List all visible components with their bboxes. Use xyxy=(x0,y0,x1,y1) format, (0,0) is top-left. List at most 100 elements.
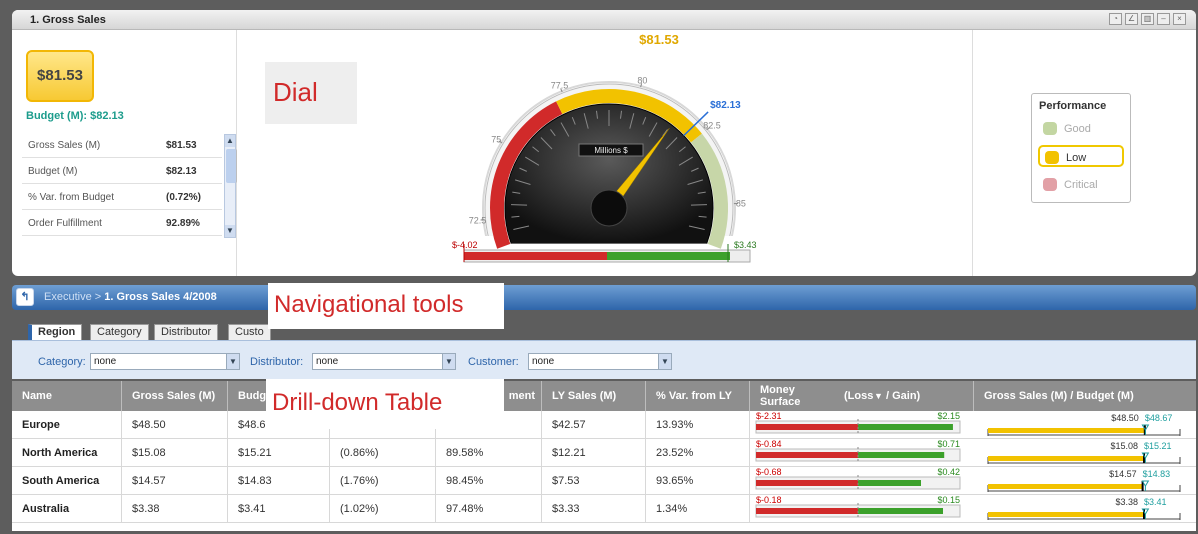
loss-label: $-2.31 xyxy=(756,411,782,421)
gross-budget-bullet: $14.57 $14.83 xyxy=(987,469,1181,492)
performance-title: Performance xyxy=(1039,100,1107,112)
close-icon[interactable]: × xyxy=(1173,13,1186,25)
gauge-tick-label: 72.5 xyxy=(469,215,487,225)
sort-down-icon[interactable]: ▼ xyxy=(874,390,883,402)
loss-bar xyxy=(756,480,858,486)
performance-item-critical[interactable]: Critical xyxy=(1038,174,1124,196)
drilldown-table: Name Gross Sales (M) Budg ment LY Sales … xyxy=(12,381,1196,531)
scroll-thumb[interactable] xyxy=(226,149,237,183)
loss-bar xyxy=(756,452,858,458)
tab-distributor[interactable]: Distributor xyxy=(154,324,219,340)
gauge-budget-label: $82.13 xyxy=(710,100,741,111)
breadcrumb: Executive > 1. Gross Sales 4/2008 xyxy=(44,291,217,303)
gauge-tick-label: 80 xyxy=(637,75,647,85)
panel-title: 1. Gross Sales xyxy=(30,14,106,26)
panel-title-bar: 1. Gross Sales ◔ ∠ ▥ – × xyxy=(12,10,1196,30)
dial-annotation: Dial xyxy=(265,62,357,124)
scroll-up-icon[interactable]: ▲ xyxy=(225,135,235,147)
back-arrow-icon[interactable]: ↰ xyxy=(16,288,34,306)
cell-fulfillment: 97.48% xyxy=(436,495,542,523)
good-swatch-icon xyxy=(1043,122,1057,135)
line-chart-icon[interactable]: ∠ xyxy=(1125,13,1138,25)
budget-value-label: $3.41 xyxy=(1144,497,1167,507)
critical-swatch-icon xyxy=(1043,178,1057,191)
stat-value: 92.89% xyxy=(166,218,200,229)
column-header-money-surface[interactable]: Money Surface (Loss ▼ / Gain) xyxy=(750,381,974,411)
gain-bar xyxy=(858,452,945,458)
cell-gross-sales: $14.57 xyxy=(122,467,228,495)
table-row[interactable]: Europe $48.50 $48.67 $42.57 13.93% $-2.3… xyxy=(12,411,1196,439)
cell-ly-sales: $12.21 xyxy=(542,439,646,467)
table-row[interactable]: Australia $3.38 $3.41 (1.02%) 97.48% $3.… xyxy=(12,495,1196,523)
variance-gain-bar xyxy=(607,252,730,260)
distributor-select[interactable]: none ▼ xyxy=(312,353,456,370)
gross-sales-panel: 1. Gross Sales ◔ ∠ ▥ – × $81.53 Budget (… xyxy=(12,10,1196,276)
table-row[interactable]: North America $15.08 $15.21 (0.86%) 89.5… xyxy=(12,439,1196,467)
tab-category[interactable]: Category xyxy=(90,324,149,340)
gross-sales-bar xyxy=(988,456,1145,461)
customer-select-value: none xyxy=(532,356,555,367)
table-header: Name Gross Sales (M) Budg ment LY Sales … xyxy=(12,381,1196,411)
category-select[interactable]: none ▼ xyxy=(90,353,240,370)
gross-sales-bar xyxy=(988,428,1145,433)
kpi-value-badge: $81.53 xyxy=(26,50,94,102)
customer-select[interactable]: none ▼ xyxy=(528,353,672,370)
column-header-gross-vs-budget[interactable]: Gross Sales (M) / Budget (M) xyxy=(974,381,1196,411)
list-item: Budget (M) $82.13 xyxy=(22,158,222,184)
stats-scrollbar[interactable]: ▲ ▼ xyxy=(224,134,237,238)
stat-value: $82.13 xyxy=(166,166,197,177)
gain-label: $2.15 xyxy=(937,411,960,421)
gauge-tick-label: 85 xyxy=(736,198,746,208)
column-header-var-ly[interactable]: % Var. from LY xyxy=(646,381,750,411)
cell-fulfillment: 98.45% xyxy=(436,467,542,495)
gross-sales-value-label: $48.50 xyxy=(1111,413,1139,423)
gauge-value-label: $81.53 xyxy=(639,32,679,47)
gross-budget-bullet: $48.50 $48.67 xyxy=(987,413,1181,436)
bar-chart-icon[interactable]: ▥ xyxy=(1141,13,1154,25)
gain-bar xyxy=(858,508,943,514)
chevron-down-icon[interactable]: ▼ xyxy=(226,354,239,369)
budget-label: Budget (M): $82.13 xyxy=(26,110,124,122)
customer-filter-label: Customer: xyxy=(468,356,519,368)
distributor-filter-label: Distributor: xyxy=(250,356,304,368)
low-swatch-icon xyxy=(1045,151,1059,164)
money-surface-bar: $-0.18 $0.15 xyxy=(755,495,961,519)
variance-loss-bar xyxy=(464,252,607,260)
budget-value-label: $15.21 xyxy=(1144,441,1172,451)
tab-region[interactable]: Region xyxy=(28,324,83,340)
breadcrumb-parent[interactable]: Executive > xyxy=(44,291,101,303)
list-item: Order Fulfillment 92.89% xyxy=(22,210,222,236)
minimize-icon[interactable]: – xyxy=(1157,13,1170,25)
performance-item-low[interactable]: Low xyxy=(1038,145,1124,167)
performance-legend-area: Performance Good Low Critical xyxy=(972,30,1196,276)
column-header-gross-sales[interactable]: Gross Sales (M) xyxy=(122,381,228,411)
performance-item-good[interactable]: Good xyxy=(1038,118,1124,140)
table-row[interactable]: South America $14.57 $14.83 (1.76%) 98.4… xyxy=(12,467,1196,495)
budget-value-label: $14.83 xyxy=(1143,469,1171,479)
column-header-name[interactable]: Name xyxy=(12,381,122,411)
column-header-ly-sales[interactable]: LY Sales (M) xyxy=(542,381,646,411)
money-surface-label: Money Surface xyxy=(760,384,801,408)
gauge-chart: 72.5 75 77.5 80 82.5 85 $82.13 $81.53 Millions $… xyxy=(412,32,792,276)
gauge-tick-label: 75 xyxy=(491,134,501,144)
chevron-down-icon[interactable]: ▼ xyxy=(658,354,671,369)
tab-customer[interactable]: Custo xyxy=(228,324,271,340)
gauge-view-icon[interactable]: ◔ xyxy=(1109,13,1122,25)
loss-bar xyxy=(756,424,858,430)
loss-label: $-0.18 xyxy=(756,495,782,505)
stat-value: (0.72%) xyxy=(166,192,202,203)
cell-budget: $3.41 xyxy=(228,495,330,523)
gauge-unit-label: Millions $ xyxy=(594,146,628,155)
chevron-down-icon[interactable]: ▼ xyxy=(442,354,455,369)
gross-sales-value-label: $14.57 xyxy=(1109,469,1137,479)
cell-budget: $14.83 xyxy=(228,467,330,495)
loss-label: (Loss xyxy=(844,390,874,402)
gain-label: / Gain) xyxy=(886,390,921,402)
cell-var-budget: (1.76%) xyxy=(330,467,436,495)
gauge-area: 72.5 75 77.5 80 82.5 85 $82.13 $81.53 Millions $… xyxy=(412,30,792,276)
cell-name: Europe xyxy=(12,411,122,439)
stat-label: Gross Sales (M) xyxy=(28,140,101,151)
loss-bar xyxy=(756,508,858,514)
gauge-minor-tick xyxy=(511,204,528,206)
scroll-down-icon[interactable]: ▼ xyxy=(225,225,235,237)
